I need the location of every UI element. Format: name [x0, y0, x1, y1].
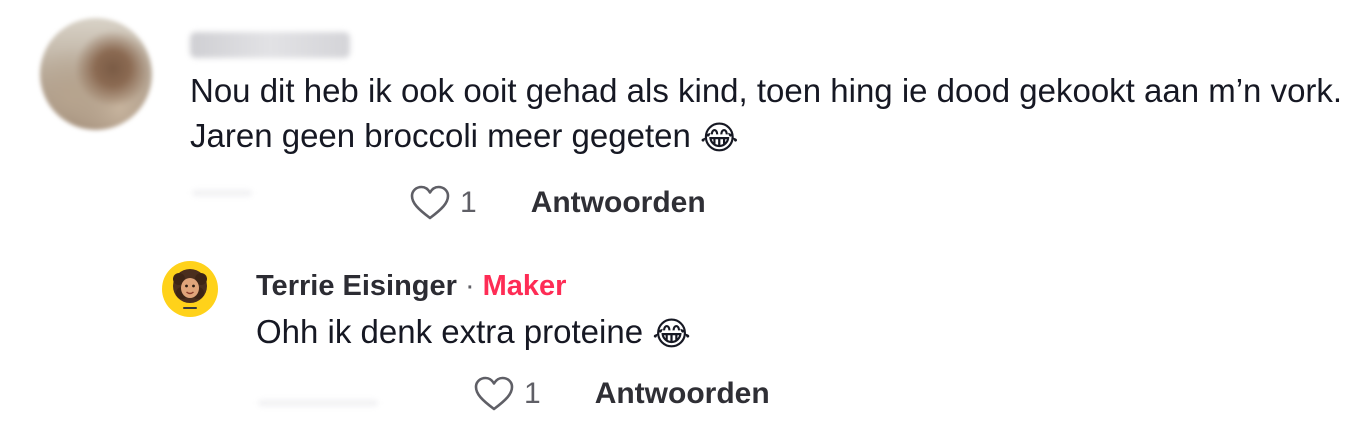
reply-author-name[interactable]: Terrie Eisinger [256, 270, 457, 302]
reply-button[interactable]: Antwoorden [531, 186, 706, 220]
laughing-emoji-icon: 😂 [652, 314, 691, 353]
commenter-username-redacted[interactable] [190, 32, 350, 58]
like-count: 1 [460, 186, 477, 219]
reply-text: Ohh ik denk extra proteine [256, 313, 644, 350]
reply-body: Ohh ik denk extra proteine 😂 [256, 309, 691, 356]
separator-dot: · [464, 270, 475, 302]
like-count: 1 [524, 377, 541, 410]
reply-actions: 1 Antwoorden [474, 373, 770, 415]
comment-body: Nou dit heb ik ook ooit gehad als kind, … [190, 68, 1355, 160]
creator-avatar[interactable] [162, 261, 218, 317]
laughing-emoji-icon: 😂 [700, 118, 739, 157]
comment-actions: 1 Antwoorden [410, 182, 706, 224]
commenter-avatar[interactable] [40, 18, 152, 130]
reply-header: Terrie Eisinger · Maker [256, 266, 566, 306]
heart-icon[interactable] [410, 185, 450, 221]
comment-text: Nou dit heb ik ook ooit gehad als kind, … [190, 72, 1343, 154]
heart-icon[interactable] [474, 376, 514, 412]
creator-badge: Maker [482, 270, 567, 302]
reply-button[interactable]: Antwoorden [595, 377, 770, 411]
